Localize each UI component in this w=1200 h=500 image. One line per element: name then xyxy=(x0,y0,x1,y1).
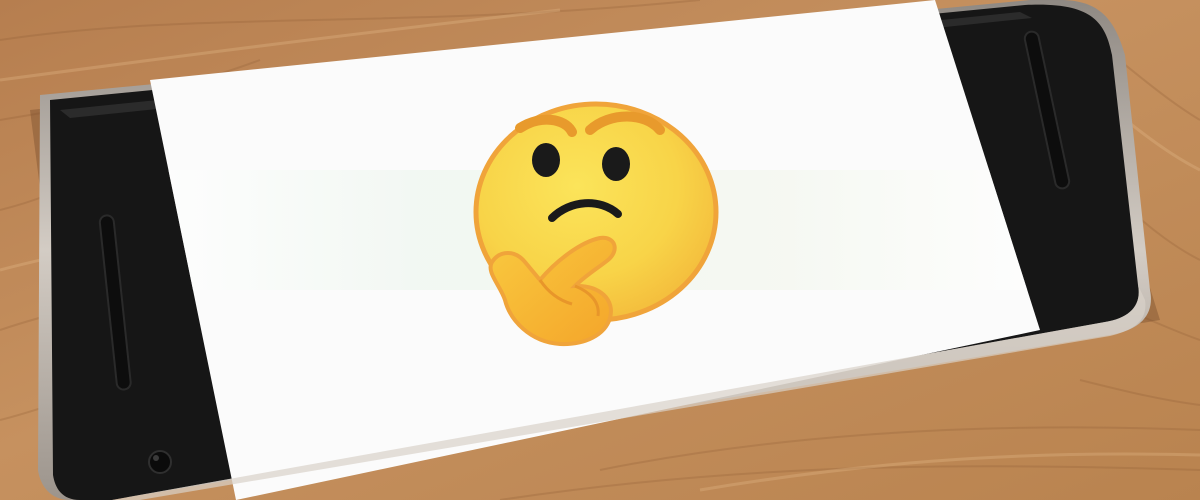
front-camera xyxy=(148,450,172,474)
phone-photo xyxy=(0,0,1200,500)
photo-scene xyxy=(0,0,1200,500)
sensor xyxy=(153,455,159,461)
